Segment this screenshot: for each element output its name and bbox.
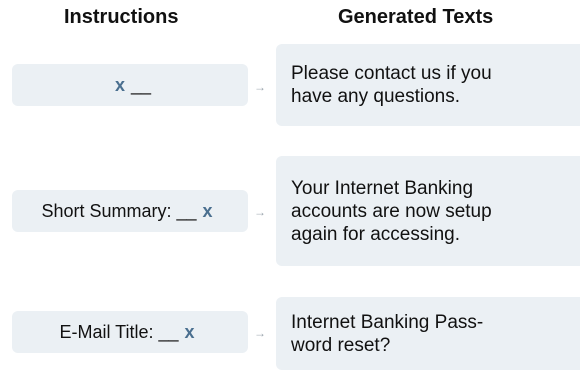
x-marker: x [184,321,195,342]
arrow-right-icon: → [254,80,266,94]
generated-text-box-1: Please contact us if you have any questi… [276,44,580,126]
instruction-box-2: Short Summary: __ x [12,190,248,232]
generated-text: Please contact us if you have any questi… [291,63,492,107]
x-marker: x [202,200,213,221]
instruction-label: E-Mail Title: [59,321,154,342]
instruction-label: Short Summary: [41,200,172,221]
generated-text-box-3: Internet Banking Pass- word reset? [276,297,580,370]
generated-text: Internet Banking Pass- word reset? [291,311,484,356]
arrow-right-icon: → [254,326,266,340]
blank-placeholder: __ [158,321,179,342]
blank-placeholder: __ [130,74,152,95]
x-marker: x [114,74,125,95]
arrow-right-icon: → [254,205,266,219]
instructions-header: Instructions [64,6,179,28]
generated-text: Your Internet Banking accounts are now s… [291,177,492,245]
generated-text-box-2: Your Internet Banking accounts are now s… [276,156,580,266]
instruction-box-3: E-Mail Title: __ x [12,311,248,353]
generated-texts-header: Generated Texts [338,6,494,28]
blank-placeholder: __ [176,200,197,221]
instruction-box-1: x __ [12,64,248,106]
